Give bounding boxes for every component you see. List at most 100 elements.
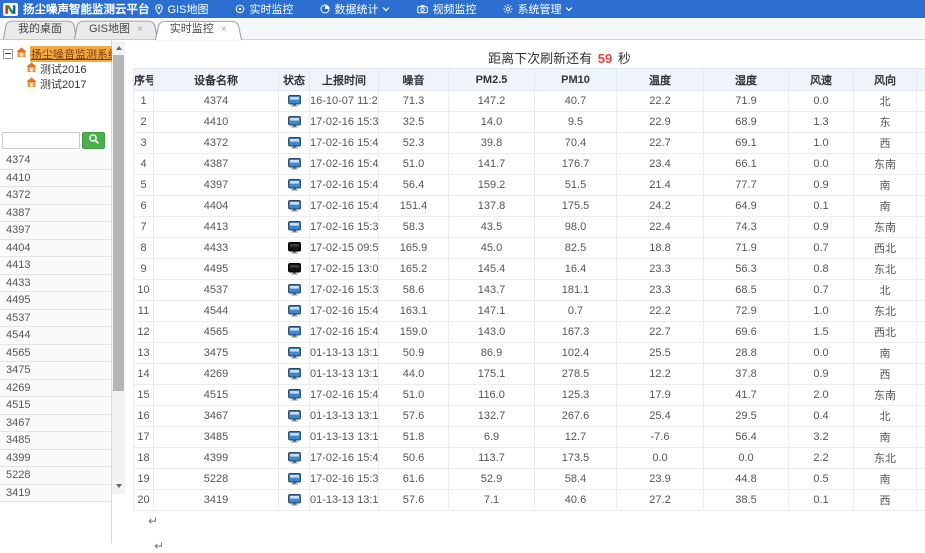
table-cell: 1.5: [789, 322, 854, 343]
tab-label: 我的桌面: [18, 23, 62, 35]
table-cell: 0.5: [789, 469, 854, 490]
table-row[interactable]: 6440417-02-16 15:47:54151.4137.8175.524.…: [134, 196, 925, 217]
table-cell: 16: [134, 406, 154, 427]
device-list-item[interactable]: 3467: [0, 415, 111, 433]
table-cell: 132.7: [449, 406, 535, 427]
table-cell: 4399: [154, 448, 279, 469]
device-list-item[interactable]: 3475: [0, 362, 111, 380]
table-row[interactable]: 7441317-02-16 15:39:2858.343.598.022.474…: [134, 217, 925, 238]
tab-my-desktop[interactable]: 我的桌面: [3, 19, 77, 39]
table-row[interactable]: 1437416-10-07 11:26:0271.3147.240.722.27…: [134, 91, 925, 112]
device-list-item[interactable]: [0, 502, 111, 504]
table-row[interactable]: 4438717-02-16 15:40:1151.0141.7176.723.4…: [134, 154, 925, 175]
menu-data-stats[interactable]: 数据统计: [320, 1, 390, 17]
column-header: PM10: [535, 69, 617, 91]
tree-child-node[interactable]: 测试2016: [26, 61, 111, 76]
table-cell: 4387: [154, 154, 279, 175]
table-cell: 40.6: [535, 490, 617, 511]
table-cell: 南: [854, 469, 917, 490]
monitor-online-icon: [288, 179, 301, 191]
device-list-item[interactable]: 4565: [0, 345, 111, 363]
table-cell: 2.0: [789, 385, 854, 406]
table-row[interactable]: 2441017-02-16 15:37:3832.514.09.522.968.…: [134, 112, 925, 133]
table-row[interactable]: 8443317-02-15 09:52:37165.945.082.518.87…: [134, 238, 925, 259]
tab-gis-map[interactable]: GIS地图: [74, 19, 158, 39]
table-cell: 1.3: [789, 112, 854, 133]
content-area: 扬尘噪音监测系统 测试2016测试2017 437444104372438743…: [0, 40, 925, 543]
table-cell: 4269: [154, 364, 279, 385]
table-row[interactable]: 15451517-02-16 15:43:1051.0116.0125.317.…: [134, 385, 925, 406]
table-row[interactable]: 20341901-13-13 13:13:1357.67.140.627.238…: [134, 490, 925, 511]
refresh-seconds: 59: [596, 51, 614, 66]
device-search-input[interactable]: [2, 132, 80, 149]
device-list-item[interactable]: 4544: [0, 327, 111, 345]
tree-collapse-icon[interactable]: [3, 49, 13, 59]
table-row[interactable]: 19522817-02-16 15:37:0061.652.958.423.94…: [134, 469, 925, 490]
menu-realtime-monitor[interactable]: 实时监控: [235, 1, 293, 17]
device-list-item[interactable]: 4397: [0, 222, 111, 240]
table-row[interactable]: 18439917-02-16 15:47:4550.6113.7173.50.0…: [134, 448, 925, 469]
device-list-item[interactable]: 4269: [0, 380, 111, 398]
tree-root-label[interactable]: 扬尘噪音监测系统: [30, 46, 120, 62]
device-list-item[interactable]: 4372: [0, 187, 111, 205]
table-row[interactable]: 13347501-13-13 13:13:1350.986.9102.425.5…: [134, 343, 925, 364]
device-list-item[interactable]: 4410: [0, 170, 111, 188]
tree-child-node[interactable]: 测试2017: [26, 76, 111, 91]
device-list-item[interactable]: 4537: [0, 310, 111, 328]
monitor-online-icon: [288, 347, 301, 359]
column-header: 风速: [789, 69, 854, 91]
tab-close-icon[interactable]: [137, 24, 143, 35]
menu-system-admin[interactable]: 系统管理: [503, 1, 573, 17]
house-icon: [16, 47, 27, 60]
device-list-item[interactable]: 4495: [0, 292, 111, 310]
table-row[interactable]: 17348501-13-13 13:13:1351.86.912.7-7.656…: [134, 427, 925, 448]
table-row[interactable]: 3437217-02-16 15:40:0052.339.870.422.769…: [134, 133, 925, 154]
device-list-item[interactable]: 4404: [0, 240, 111, 258]
tab-realtime-monitor[interactable]: 实时监控: [155, 19, 242, 40]
table-cell: 25.4: [617, 406, 704, 427]
main-panel: 距离下次刷新还有 59 秒 序号设备名称状态上报时间噪音PM2.5PM10温度湿…: [126, 40, 925, 543]
tree-root-node[interactable]: 扬尘噪音监测系统: [3, 46, 111, 61]
table-cell: 21.4: [617, 175, 704, 196]
search-button[interactable]: [82, 132, 105, 149]
table-cell: 西北: [854, 322, 917, 343]
table-cell: 9: [134, 259, 154, 280]
table-row[interactable]: 10453717-02-16 15:39:3458.6143.7181.123.…: [134, 280, 925, 301]
menu-gis-map[interactable]: GIS地图: [154, 1, 209, 17]
table-cell: 17-02-16 15:40:00: [310, 133, 379, 154]
table-cell: 22.2: [617, 91, 704, 112]
table-cell: 10: [134, 280, 154, 301]
device-list-item[interactable]: 4433: [0, 275, 111, 293]
table-cell: 69.6: [704, 322, 789, 343]
device-list-item[interactable]: 3419: [0, 485, 111, 503]
device-list-item[interactable]: 3485: [0, 432, 111, 450]
brand[interactable]: 扬尘噪声智能监测云平台: [0, 1, 150, 17]
table-cell: 38.5: [704, 490, 789, 511]
table-row[interactable]: 12456517-02-16 15:45:24159.0143.0167.322…: [134, 322, 925, 343]
device-search-bar: [2, 132, 105, 149]
table-cell: 17-02-16 15:47:45: [310, 448, 379, 469]
table-cell: 17-02-16 15:39:28: [310, 217, 379, 238]
device-list-item[interactable]: 5228: [0, 467, 111, 485]
device-list-item[interactable]: 4374: [0, 152, 111, 170]
scroll-down-icon[interactable]: [112, 480, 125, 492]
table-cell: 23.3: [617, 280, 704, 301]
table-cell: 16.4: [535, 259, 617, 280]
table-cell: 23.3: [617, 259, 704, 280]
scroll-up-icon[interactable]: [112, 42, 125, 54]
device-list-item[interactable]: 4413: [0, 257, 111, 275]
tab-close-icon[interactable]: [221, 24, 227, 35]
sidebar-scrollbar[interactable]: [112, 42, 125, 494]
table-row[interactable]: 11454417-02-16 15:45:59163.1147.10.722.2…: [134, 301, 925, 322]
device-list-item[interactable]: 4515: [0, 397, 111, 415]
scrollbar-thumb[interactable]: [113, 55, 124, 391]
table-row[interactable]: 16346701-13-13 13:13:1357.6132.7267.625.…: [134, 406, 925, 427]
device-list-item[interactable]: 4387: [0, 205, 111, 223]
monitor-online-icon: [288, 95, 301, 107]
device-list-item[interactable]: 4399: [0, 450, 111, 468]
table-row[interactable]: 14426901-13-13 13:13:1344.0175.1278.512.…: [134, 364, 925, 385]
table-row[interactable]: 9449517-02-15 13:08:14165.2145.416.423.3…: [134, 259, 925, 280]
table-row[interactable]: 5439717-02-16 15:41:0156.4159.251.521.47…: [134, 175, 925, 196]
menu-video-monitor[interactable]: 视频监控: [417, 1, 476, 17]
table-cell: 51.0: [379, 154, 449, 175]
